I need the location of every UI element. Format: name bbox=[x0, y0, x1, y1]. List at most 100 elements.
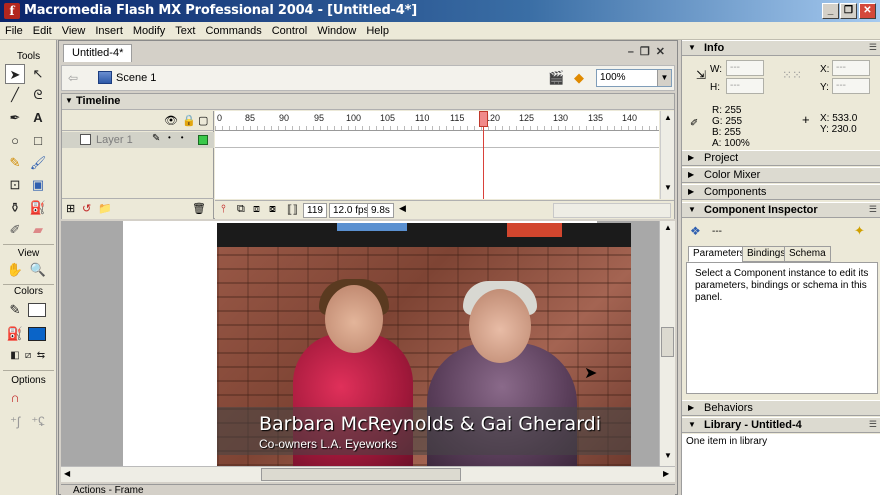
info-panel-header[interactable]: ▼ Info ☰ bbox=[682, 40, 880, 56]
oval-tool-icon[interactable]: ○ bbox=[5, 131, 25, 151]
lock-icon[interactable]: 🔒 bbox=[182, 114, 196, 127]
text-tool-icon[interactable]: A bbox=[28, 108, 48, 128]
fill-transform-tool-icon[interactable]: ▣ bbox=[28, 175, 48, 195]
width-field[interactable]: --- bbox=[726, 60, 764, 76]
tab-schema[interactable]: Schema bbox=[784, 246, 831, 262]
timeline-vertical-scrollbar[interactable]: ▲ ▼ bbox=[660, 111, 674, 199]
add-motion-guide-icon[interactable]: ↺ bbox=[82, 202, 91, 215]
straighten-option-icon[interactable]: ⁺ʢ bbox=[28, 412, 48, 432]
menu-insert[interactable]: Insert bbox=[90, 22, 128, 38]
onion-skin-outlines-icon[interactable]: ⧈ bbox=[253, 203, 260, 216]
scroll-down-icon[interactable]: ▼ bbox=[664, 183, 672, 192]
video-clip[interactable]: Barbara McReynolds & Gai Gherardi Co-own… bbox=[217, 223, 631, 466]
scroll-right-icon[interactable]: ▶ bbox=[663, 469, 669, 478]
restore-button[interactable]: ❐ bbox=[840, 3, 857, 19]
onion-skin-icon[interactable]: ⧉ bbox=[237, 203, 245, 216]
playhead[interactable] bbox=[479, 111, 488, 127]
lasso-tool-icon[interactable]: ᘓ bbox=[28, 85, 48, 105]
height-field[interactable]: --- bbox=[726, 78, 764, 94]
pen-tool-icon[interactable]: ✒ bbox=[5, 108, 25, 128]
insert-layer-folder-icon[interactable]: 📁 bbox=[98, 202, 112, 215]
project-panel-header[interactable]: ▶ Project bbox=[682, 150, 880, 166]
frame-ruler[interactable]: 0 85 90 95 100 105 110 115 120 125 130 1… bbox=[215, 111, 659, 131]
zoom-tool-icon[interactable]: 🔍 bbox=[28, 260, 48, 280]
x-field[interactable]: --- bbox=[832, 60, 870, 76]
layer-visibility-dots[interactable]: •• bbox=[168, 133, 194, 142]
subselect-tool-icon[interactable]: ↖ bbox=[28, 64, 48, 84]
behaviors-panel-header[interactable]: ▶ Behaviors bbox=[682, 400, 880, 416]
zoom-select[interactable]: 100% ▼ bbox=[596, 69, 672, 87]
component-help-icon[interactable]: ✦ bbox=[854, 223, 865, 239]
menu-text[interactable]: Text bbox=[170, 22, 200, 38]
back-arrow-icon[interactable]: ⇦ bbox=[68, 71, 78, 85]
menu-file[interactable]: File bbox=[0, 22, 28, 38]
tab-parameters[interactable]: Parameters bbox=[688, 246, 750, 262]
layer-row[interactable]: Layer 1 ✎ •• bbox=[62, 132, 214, 148]
minimize-button[interactable]: _ bbox=[822, 3, 839, 19]
menu-commands[interactable]: Commands bbox=[200, 22, 266, 38]
insert-layer-icon[interactable]: ⊞ bbox=[66, 202, 75, 215]
eraser-tool-icon[interactable]: ▰ bbox=[28, 220, 48, 240]
collapse-triangle-icon[interactable]: ▼ bbox=[688, 205, 696, 214]
components-panel-header[interactable]: ▶ Components bbox=[682, 184, 880, 200]
free-transform-tool-icon[interactable]: ⊡ bbox=[5, 175, 25, 195]
edit-multiple-frames-icon[interactable]: ⧇ bbox=[269, 203, 276, 216]
menu-view[interactable]: View bbox=[57, 22, 91, 38]
pencil-tool-icon[interactable]: ✎ bbox=[5, 153, 25, 173]
scroll-left-icon[interactable]: ◀ bbox=[64, 469, 70, 478]
registration-grid-icon[interactable]: ⁙⁙ bbox=[782, 68, 802, 82]
close-button[interactable]: ✕ bbox=[859, 3, 876, 19]
edit-scene-icon[interactable]: 🎬 bbox=[548, 70, 564, 86]
expand-triangle-icon[interactable]: ▶ bbox=[688, 153, 694, 162]
trash-icon[interactable]: 🗑 bbox=[192, 202, 206, 215]
outline-icon[interactable]: ▢ bbox=[198, 114, 208, 127]
stage[interactable]: Barbara McReynolds & Gai Gherardi Co-own… bbox=[123, 221, 631, 466]
stage-horizontal-scrollbar[interactable]: ◀ ▶ bbox=[61, 466, 675, 482]
document-window-controls[interactable]: –❐✕ bbox=[628, 45, 671, 58]
library-panel-header[interactable]: ▼ Library - Untitled-4 ☰ bbox=[682, 417, 880, 433]
layer-outline-color-swatch[interactable] bbox=[198, 135, 208, 145]
edit-symbol-icon[interactable]: ◆ bbox=[574, 70, 584, 86]
scene-label[interactable]: Scene 1 bbox=[116, 72, 156, 84]
menu-control[interactable]: Control bbox=[267, 22, 312, 38]
menu-modify[interactable]: Modify bbox=[128, 22, 170, 38]
collapse-triangle-icon[interactable]: ▼ bbox=[688, 43, 696, 52]
component-inspector-panel-header[interactable]: ▼ Component Inspector ☰ bbox=[682, 202, 880, 218]
timeline-horizontal-scrollbar[interactable] bbox=[553, 203, 671, 218]
paint-bucket-tool-icon[interactable]: ⛽ bbox=[28, 198, 48, 218]
scroll-up-icon[interactable]: ▲ bbox=[664, 113, 672, 122]
frame-area[interactable]: 0 85 90 95 100 105 110 115 120 125 130 1… bbox=[215, 111, 659, 199]
eye-icon[interactable]: 👁 bbox=[164, 114, 178, 127]
expand-triangle-icon[interactable]: ▶ bbox=[688, 170, 694, 179]
chevron-down-icon[interactable]: ▼ bbox=[657, 70, 671, 86]
menu-window[interactable]: Window bbox=[312, 22, 361, 38]
size-lock-icon[interactable]: ⇲ bbox=[696, 68, 706, 82]
hand-tool-icon[interactable]: ✋ bbox=[5, 260, 25, 280]
modify-onion-markers-icon[interactable]: ⟦⟧ bbox=[287, 203, 298, 216]
fill-color-icon[interactable]: ⛽ bbox=[5, 324, 25, 344]
collapse-triangle-icon[interactable]: ▼ bbox=[65, 96, 73, 105]
menu-edit[interactable]: Edit bbox=[28, 22, 57, 38]
eyedropper-tool-icon[interactable]: ✐ bbox=[5, 220, 25, 240]
center-frame-icon[interactable]: ⫯ bbox=[221, 203, 226, 216]
y-field[interactable]: --- bbox=[832, 78, 870, 94]
stage-area[interactable]: Barbara McReynolds & Gai Gherardi Co-own… bbox=[61, 221, 675, 466]
timeline-header[interactable]: ▼ Timeline bbox=[62, 94, 674, 110]
snap-magnet-icon[interactable]: ∩ bbox=[5, 388, 25, 408]
fill-color-swatch[interactable] bbox=[28, 327, 46, 341]
stroke-color-icon[interactable]: ✎ bbox=[5, 300, 25, 320]
panel-menu-icon[interactable]: ☰ bbox=[869, 419, 877, 430]
layer-frames-row[interactable] bbox=[215, 132, 659, 148]
line-tool-icon[interactable]: ╱ bbox=[5, 85, 25, 105]
swap-colors-icon[interactable]: ⇆ bbox=[31, 346, 51, 366]
layer-name[interactable]: Layer 1 bbox=[96, 134, 133, 146]
smooth-option-icon[interactable]: ⁺ʃ bbox=[5, 412, 25, 432]
menu-help[interactable]: Help bbox=[361, 22, 394, 38]
arrow-tool-icon[interactable]: ➤ bbox=[5, 64, 25, 84]
collapse-triangle-icon[interactable]: ▼ bbox=[688, 420, 696, 429]
stroke-color-swatch[interactable] bbox=[28, 303, 46, 317]
actions-panel-header[interactable]: Actions - Frame bbox=[61, 484, 675, 495]
expand-triangle-icon[interactable]: ▶ bbox=[688, 403, 694, 412]
color-mixer-panel-header[interactable]: ▶ Color Mixer bbox=[682, 167, 880, 183]
document-tab[interactable]: Untitled-4* bbox=[63, 44, 133, 62]
